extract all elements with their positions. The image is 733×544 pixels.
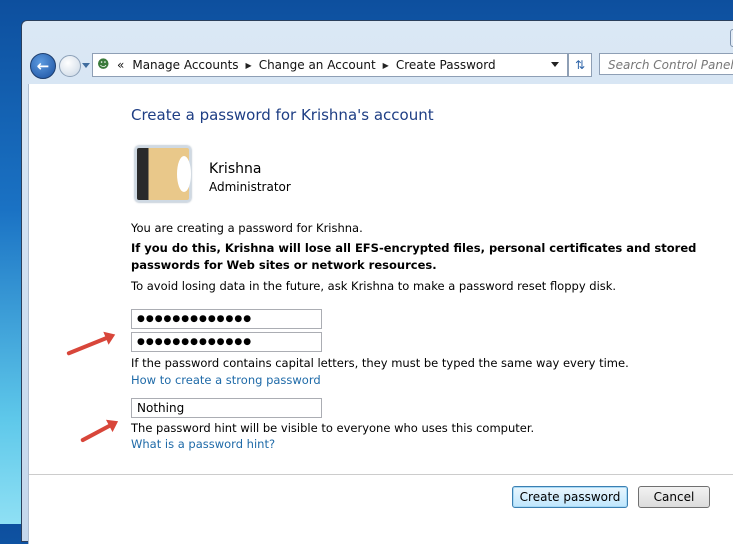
confirm-password-field[interactable]: ●●●●●●●●●●●●●: [131, 332, 322, 352]
strong-password-link[interactable]: How to create a strong password: [131, 373, 321, 387]
recent-pages-dropdown[interactable]: [82, 63, 90, 68]
password-hint-link[interactable]: What is a password hint?: [131, 437, 275, 451]
control-panel-window: ← ☻ « Manage Accounts ▶ Change an Accoun…: [21, 20, 733, 544]
back-button[interactable]: ←: [30, 53, 56, 79]
main-content: Create a password for Krishna's account …: [28, 84, 733, 544]
breadcrumb-manage-accounts[interactable]: Manage Accounts: [132, 58, 238, 72]
avatar: [135, 146, 191, 202]
user-name: Krishna: [209, 161, 262, 177]
navigation-bar: ← ☻ « Manage Accounts ▶ Change an Accoun…: [30, 53, 733, 79]
annotation-arrow: [80, 422, 114, 443]
page-title: Create a password for Krishna's account: [131, 106, 434, 124]
refresh-button[interactable]: ⇅: [568, 53, 592, 77]
warning-text: If you do this, Krishna will lose all EF…: [131, 241, 697, 272]
user-role: Administrator: [209, 180, 291, 194]
breadcrumb-create-password[interactable]: Create Password: [396, 58, 496, 72]
breadcrumb-change-account[interactable]: Change an Account: [259, 58, 376, 72]
new-password-field[interactable]: ●●●●●●●●●●●●●: [131, 309, 322, 329]
password-hint-field[interactable]: Nothing: [131, 398, 322, 418]
advice-text: To avoid losing data in the future, ask …: [131, 279, 617, 293]
user-accounts-icon: ☻: [97, 57, 110, 71]
chevron-down-icon[interactable]: [551, 62, 559, 67]
info-text: You are creating a password for Krishna.: [131, 221, 363, 235]
search-input[interactable]: Search Control Panel: [599, 53, 733, 75]
annotation-arrow: [66, 334, 111, 356]
address-bar[interactable]: ☻ « Manage Accounts ▶ Change an Account …: [92, 53, 568, 77]
breadcrumb-overflow[interactable]: «: [117, 58, 124, 72]
create-password-button[interactable]: Create password: [512, 486, 628, 508]
hint-note: The password hint will be visible to eve…: [131, 421, 535, 435]
forward-button[interactable]: [59, 55, 81, 77]
divider: [29, 474, 733, 475]
cancel-button[interactable]: Cancel: [638, 486, 710, 508]
chevron-right-icon[interactable]: ▶: [383, 61, 389, 70]
chevron-right-icon[interactable]: ▶: [246, 61, 252, 70]
caps-note: If the password contains capital letters…: [131, 356, 629, 370]
